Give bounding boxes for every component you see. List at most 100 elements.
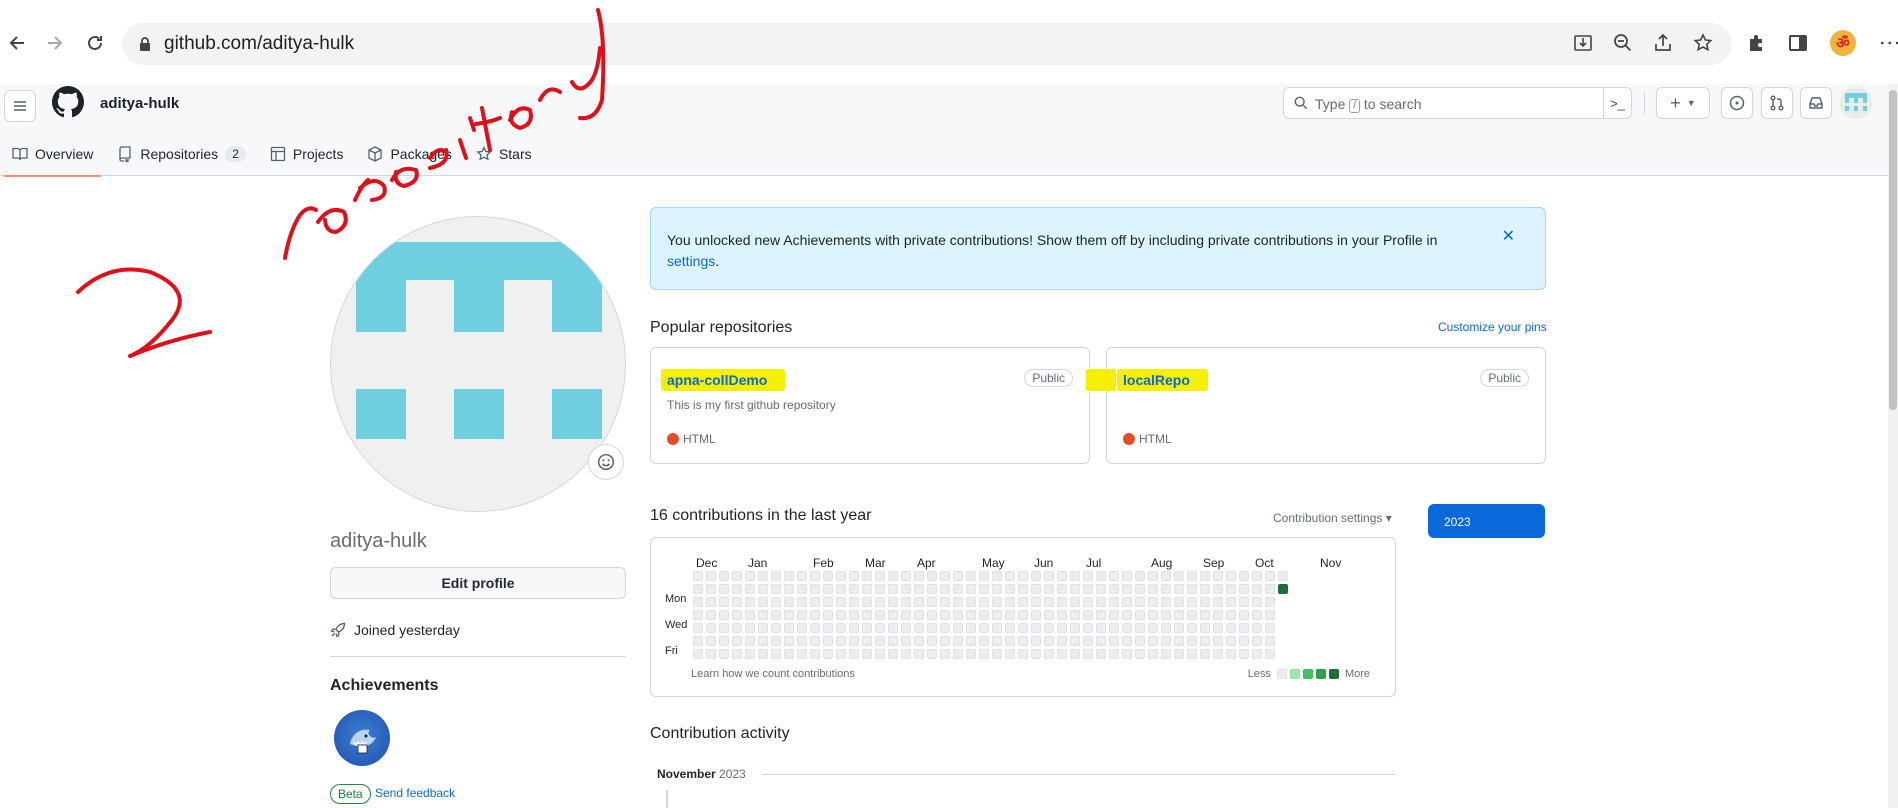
contribution-day[interactable] xyxy=(1135,636,1145,646)
contribution-day[interactable] xyxy=(914,571,924,581)
tab-repositories[interactable]: Repositories 2 xyxy=(105,132,258,176)
contribution-day[interactable] xyxy=(1005,623,1015,633)
achievement-badge-shark-icon[interactable] xyxy=(334,710,390,766)
extensions-icon[interactable] xyxy=(1746,33,1766,53)
bookmark-star-icon[interactable] xyxy=(1692,32,1714,54)
contribution-day[interactable] xyxy=(810,584,820,594)
contribution-day[interactable] xyxy=(888,584,898,594)
contribution-day[interactable] xyxy=(1109,597,1119,607)
contribution-day[interactable] xyxy=(992,584,1002,594)
contribution-day[interactable] xyxy=(823,610,833,620)
contribution-day[interactable] xyxy=(875,584,885,594)
contribution-day[interactable] xyxy=(810,623,820,633)
contribution-day[interactable] xyxy=(1096,636,1106,646)
contribution-day[interactable] xyxy=(693,649,703,659)
contribution-day[interactable] xyxy=(862,610,872,620)
contribution-day[interactable] xyxy=(940,597,950,607)
create-new-button[interactable]: + ▼ xyxy=(1656,87,1710,119)
contribution-day[interactable] xyxy=(1109,584,1119,594)
contribution-day[interactable] xyxy=(1031,636,1041,646)
contribution-day[interactable] xyxy=(927,597,937,607)
contribution-day[interactable] xyxy=(901,636,911,646)
contribution-day[interactable] xyxy=(875,649,885,659)
customize-pins-link[interactable]: Customize your pins xyxy=(1438,320,1547,334)
contribution-day[interactable] xyxy=(849,584,859,594)
contribution-day[interactable] xyxy=(979,584,989,594)
contribution-day[interactable] xyxy=(836,636,846,646)
contribution-day[interactable] xyxy=(953,584,963,594)
contribution-day[interactable] xyxy=(1109,636,1119,646)
contribution-day[interactable] xyxy=(1148,597,1158,607)
contribution-day[interactable] xyxy=(940,623,950,633)
contribution-day[interactable] xyxy=(1148,571,1158,581)
contribution-day[interactable] xyxy=(784,623,794,633)
contribution-day[interactable] xyxy=(1265,649,1275,659)
contribution-day[interactable] xyxy=(914,649,924,659)
contribution-day[interactable] xyxy=(966,636,976,646)
contribution-day[interactable] xyxy=(732,649,742,659)
contribution-day[interactable] xyxy=(732,636,742,646)
contribution-day[interactable] xyxy=(849,597,859,607)
contribution-day[interactable] xyxy=(1174,597,1184,607)
contribution-day[interactable] xyxy=(1252,636,1262,646)
contribution-day[interactable] xyxy=(1265,623,1275,633)
contribution-day[interactable] xyxy=(888,610,898,620)
contribution-day[interactable] xyxy=(940,584,950,594)
contribution-day[interactable] xyxy=(784,636,794,646)
contribution-day[interactable] xyxy=(1109,623,1119,633)
contribution-day[interactable] xyxy=(771,571,781,581)
contribution-day[interactable] xyxy=(953,597,963,607)
tab-overview[interactable]: Overview xyxy=(0,132,105,177)
contribution-day[interactable] xyxy=(1083,610,1093,620)
contribution-day[interactable] xyxy=(979,649,989,659)
contribution-day[interactable] xyxy=(1187,636,1197,646)
contribution-day[interactable] xyxy=(1239,649,1249,659)
contribution-day[interactable] xyxy=(849,610,859,620)
contribution-day[interactable] xyxy=(1213,649,1223,659)
contribution-day[interactable] xyxy=(927,636,937,646)
contribution-day[interactable] xyxy=(1057,571,1067,581)
contribution-day[interactable] xyxy=(1135,623,1145,633)
contribution-day[interactable] xyxy=(706,636,716,646)
contribution-day[interactable] xyxy=(1031,571,1041,581)
profile-avatar[interactable] xyxy=(330,216,626,512)
contribution-day[interactable] xyxy=(1187,623,1197,633)
repo-name-link[interactable]: localRepo xyxy=(1117,369,1208,391)
tab-projects[interactable]: Projects xyxy=(258,132,356,176)
contribution-day[interactable] xyxy=(1122,571,1132,581)
contribution-day[interactable] xyxy=(745,636,755,646)
contribution-day[interactable] xyxy=(732,571,742,581)
profile-avatar-icon[interactable]: ॐ xyxy=(1830,30,1856,56)
contribution-day[interactable] xyxy=(745,584,755,594)
contribution-day[interactable] xyxy=(719,636,729,646)
contribution-day[interactable] xyxy=(901,584,911,594)
tab-packages[interactable]: Packages xyxy=(355,132,463,176)
contribution-day[interactable] xyxy=(862,597,872,607)
contribution-day[interactable] xyxy=(966,610,976,620)
contribution-day[interactable] xyxy=(1005,597,1015,607)
year-2023-button[interactable]: 2023 xyxy=(1428,504,1545,538)
contribution-day[interactable] xyxy=(849,649,859,659)
contribution-day[interactable] xyxy=(823,571,833,581)
contribution-day[interactable] xyxy=(953,610,963,620)
contribution-day[interactable] xyxy=(1265,636,1275,646)
contribution-day[interactable] xyxy=(745,610,755,620)
contribution-day[interactable] xyxy=(797,636,807,646)
contribution-day[interactable] xyxy=(1265,610,1275,620)
contribution-day[interactable] xyxy=(719,649,729,659)
contribution-day[interactable] xyxy=(1070,571,1080,581)
contribution-day[interactable] xyxy=(1122,636,1132,646)
contribution-day[interactable] xyxy=(1148,623,1158,633)
contribution-day[interactable] xyxy=(1187,571,1197,581)
contribution-day[interactable] xyxy=(797,649,807,659)
contribution-day[interactable] xyxy=(849,623,859,633)
contribution-day[interactable] xyxy=(1031,610,1041,620)
contribution-day[interactable] xyxy=(1070,623,1080,633)
contribution-day[interactable] xyxy=(1213,597,1223,607)
contribution-day[interactable] xyxy=(745,623,755,633)
contribution-day[interactable] xyxy=(1161,610,1171,620)
contribution-day[interactable] xyxy=(836,597,846,607)
contribution-day[interactable] xyxy=(940,610,950,620)
contribution-day[interactable] xyxy=(953,623,963,633)
contribution-day[interactable] xyxy=(1174,649,1184,659)
